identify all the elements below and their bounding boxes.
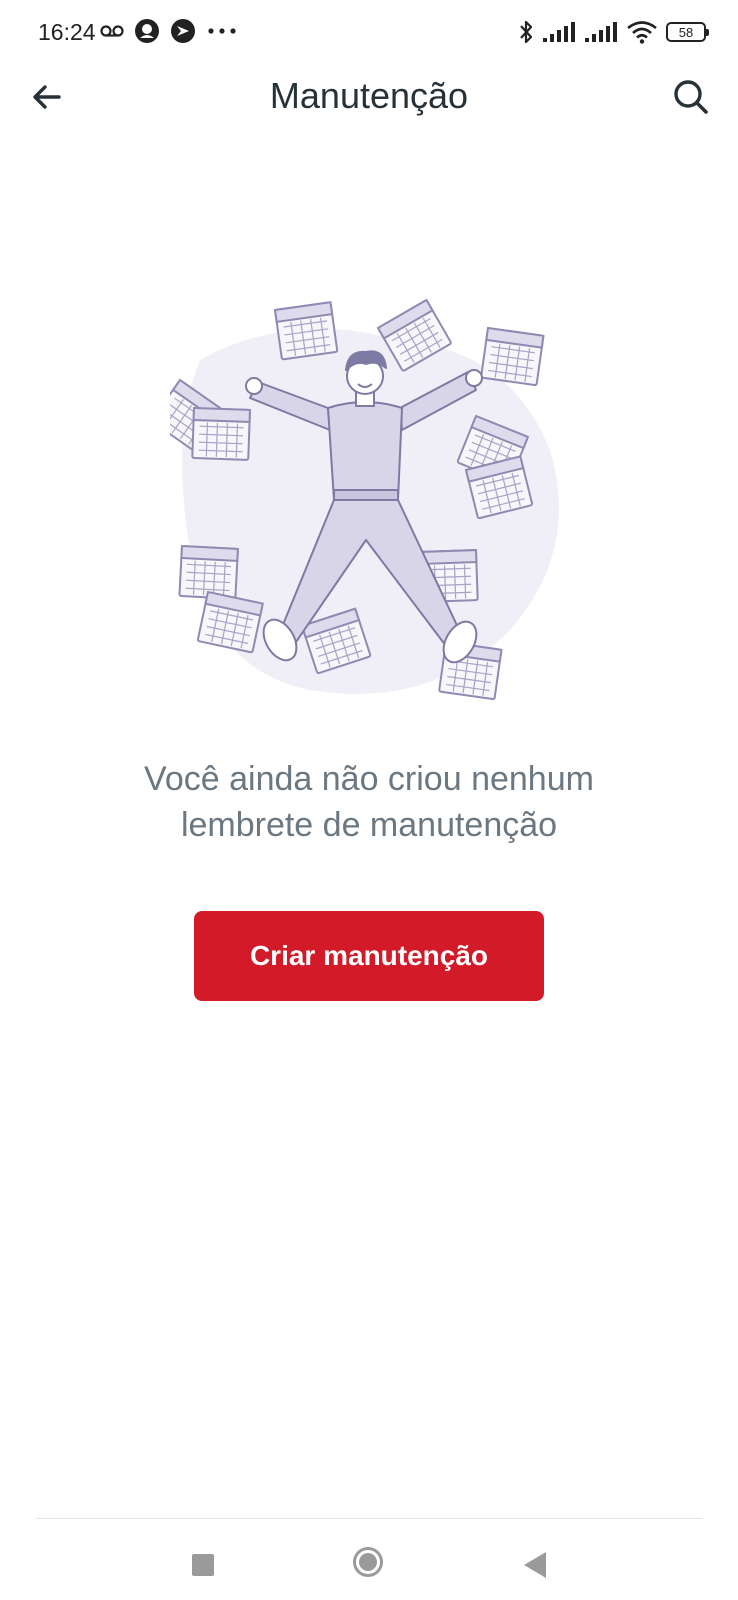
battery-level: 58 xyxy=(678,24,694,40)
search-icon xyxy=(674,80,708,114)
empty-state-message-line1: Você ainda não criou nenhum xyxy=(144,760,594,798)
back-triangle-icon[interactable] xyxy=(524,1552,546,1578)
voicemail-icon xyxy=(100,25,124,37)
nav-divider xyxy=(36,1518,702,1519)
recent-apps-icon[interactable] xyxy=(192,1554,214,1576)
man-with-calendars-illustration xyxy=(170,298,559,701)
signal-icon-2 xyxy=(585,22,617,42)
home-icon[interactable] xyxy=(353,1547,383,1577)
signal-icon xyxy=(543,22,575,42)
notification-app-icon xyxy=(135,19,159,43)
create-maintenance-button[interactable]: Criar manutenção xyxy=(194,911,544,1001)
app-bar: Manutenção xyxy=(0,64,738,128)
status-time: 16:24 xyxy=(38,19,96,45)
notification-app-icon-2 xyxy=(171,19,195,43)
status-bar: 16:24 58 xyxy=(0,0,738,64)
empty-state-message-line2: lembrete de manutenção xyxy=(180,806,558,844)
bluetooth-icon xyxy=(520,20,533,44)
wifi-icon xyxy=(627,21,657,44)
search-button[interactable] xyxy=(668,74,714,120)
empty-state-message: Você ainda não criou nenhum lembrete de … xyxy=(60,756,678,848)
status-left-icons xyxy=(100,16,238,46)
more-dots-icon xyxy=(208,28,236,34)
page-title: Manutenção xyxy=(269,75,469,116)
status-right-icons: 58 xyxy=(518,16,709,48)
system-nav-bar xyxy=(0,1540,738,1590)
battery-icon: 58 xyxy=(666,22,709,42)
